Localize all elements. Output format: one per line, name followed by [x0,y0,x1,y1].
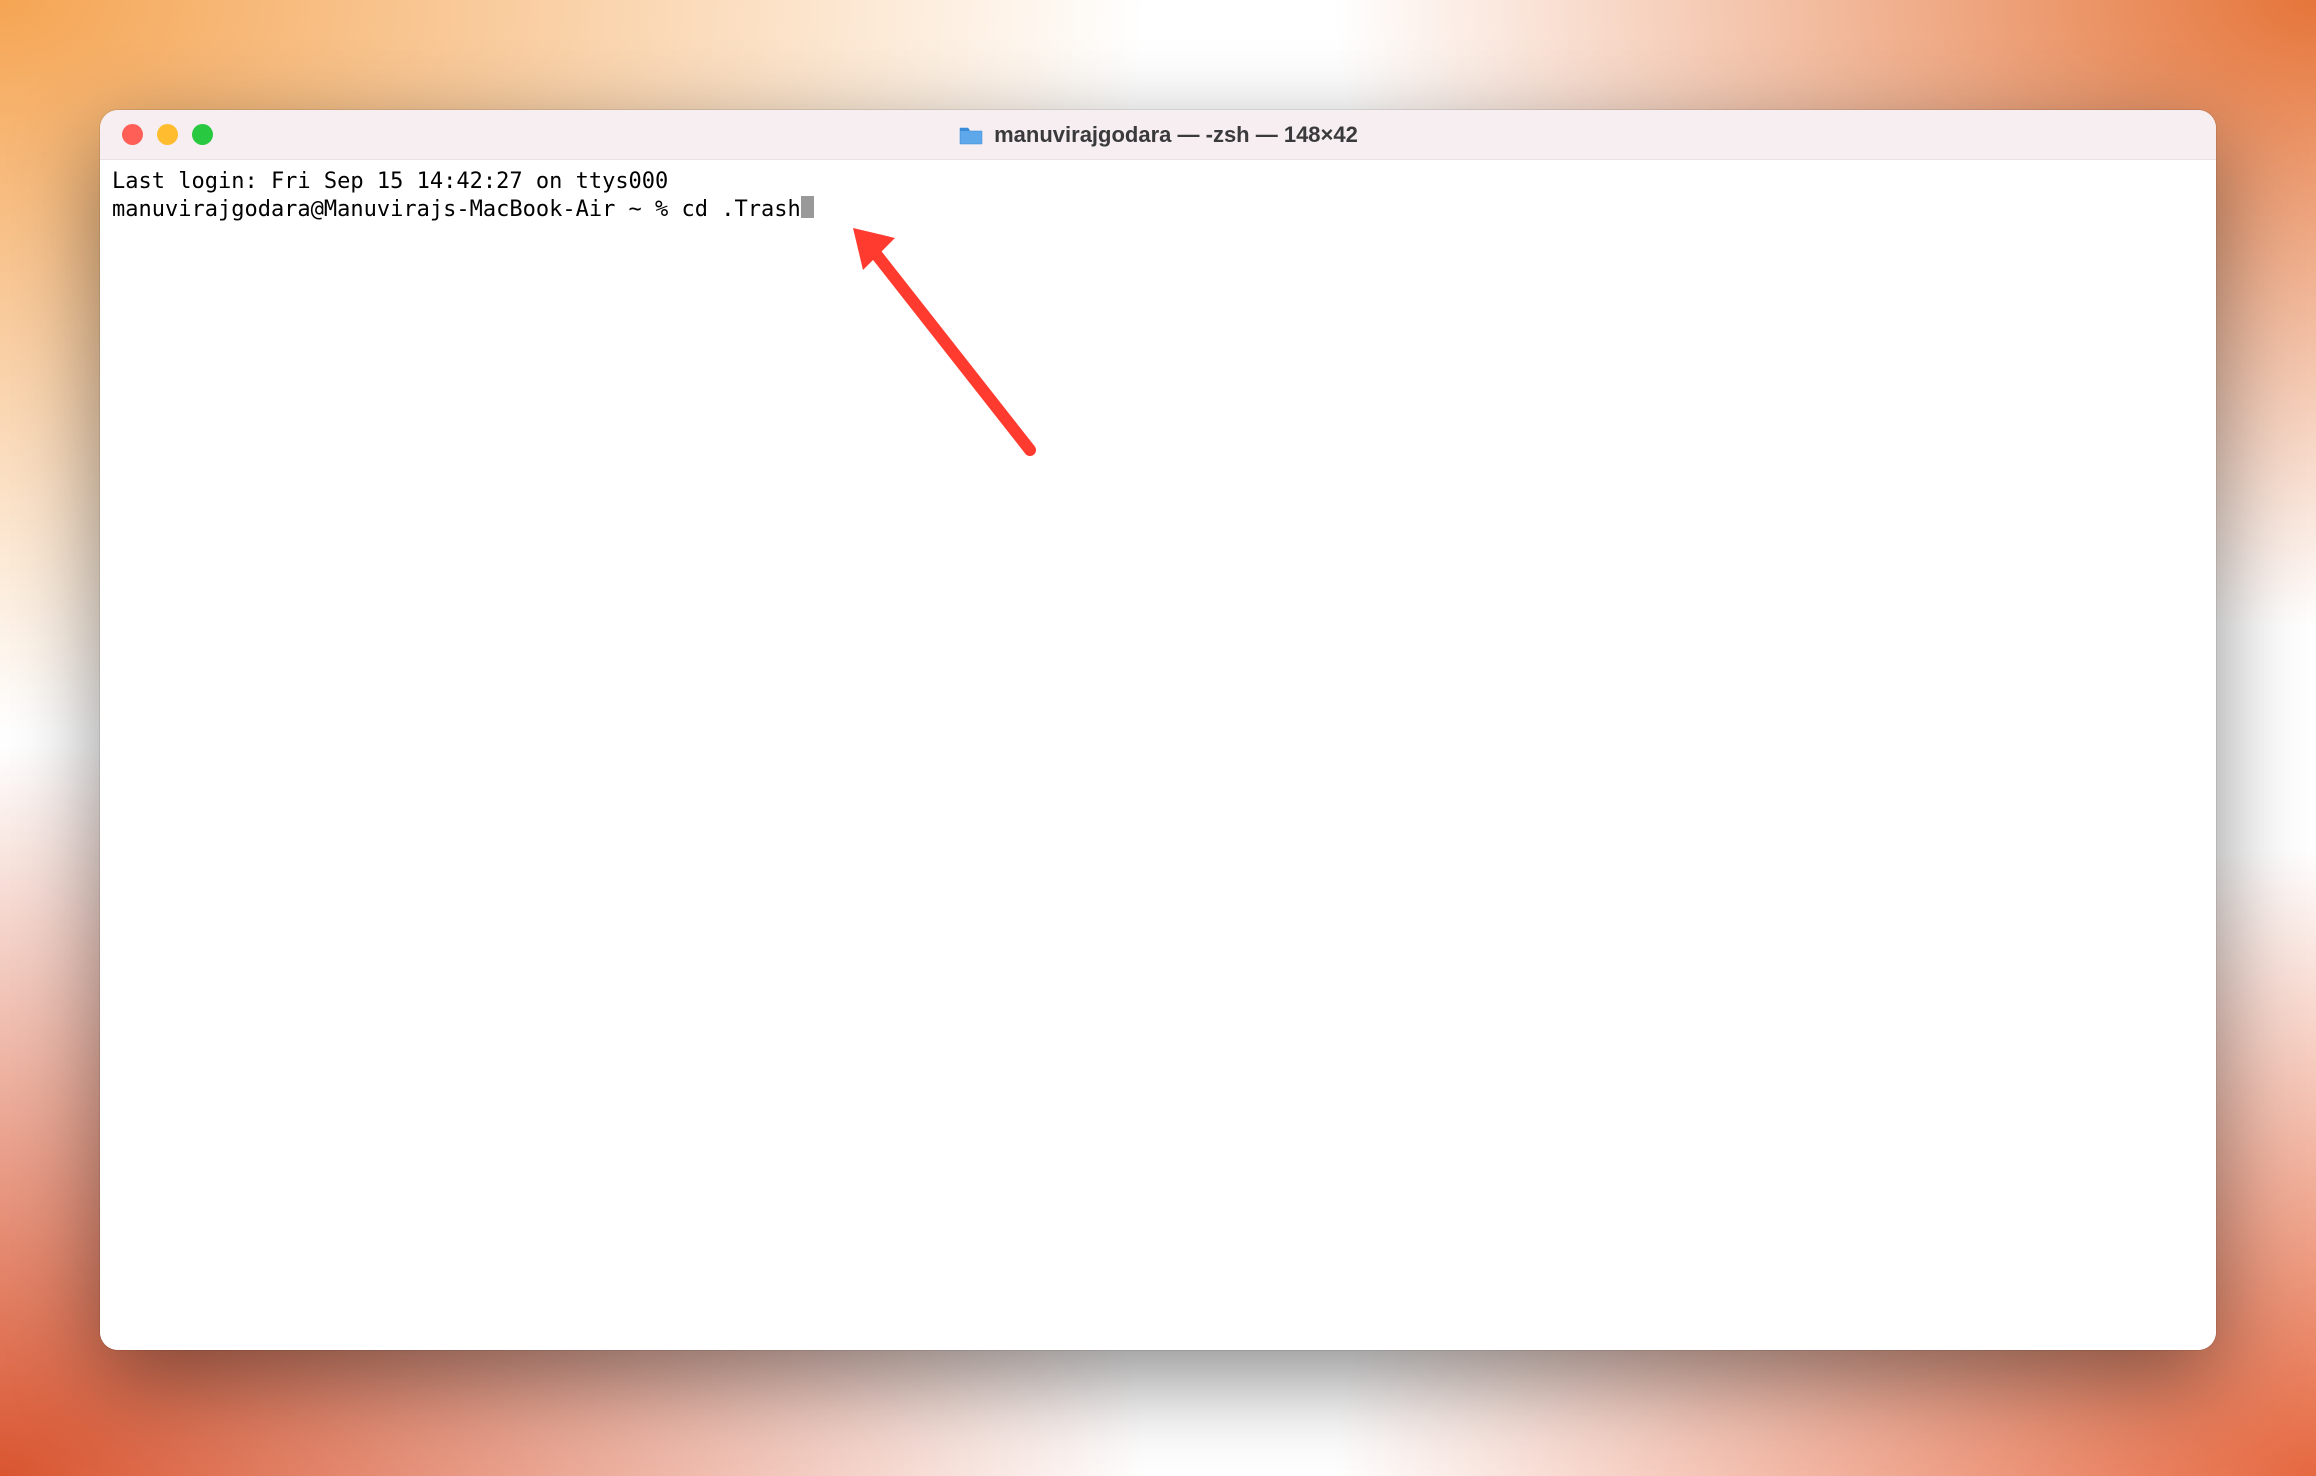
shell-prompt: manuvirajgodara@Manuvirajs-MacBook-Air ~… [112,196,682,224]
minimize-button[interactable] [157,124,178,145]
prompt-line: manuvirajgodara@Manuvirajs-MacBook-Air ~… [112,196,2204,224]
last-login-line: Last login: Fri Sep 15 14:42:27 on ttys0… [112,168,2204,196]
terminal-content[interactable]: Last login: Fri Sep 15 14:42:27 on ttys0… [100,160,2216,1350]
traffic-lights [100,124,213,145]
maximize-button[interactable] [192,124,213,145]
folder-icon [958,124,984,146]
window-title-container: manuvirajgodara — -zsh — 148×42 [100,122,2216,148]
window-title: manuvirajgodara — -zsh — 148×42 [994,122,1358,148]
command-input[interactable]: cd .Trash [682,196,801,224]
close-button[interactable] [122,124,143,145]
terminal-cursor [801,196,814,218]
window-titlebar[interactable]: manuvirajgodara — -zsh — 148×42 [100,110,2216,160]
terminal-window: manuvirajgodara — -zsh — 148×42 Last log… [100,110,2216,1350]
